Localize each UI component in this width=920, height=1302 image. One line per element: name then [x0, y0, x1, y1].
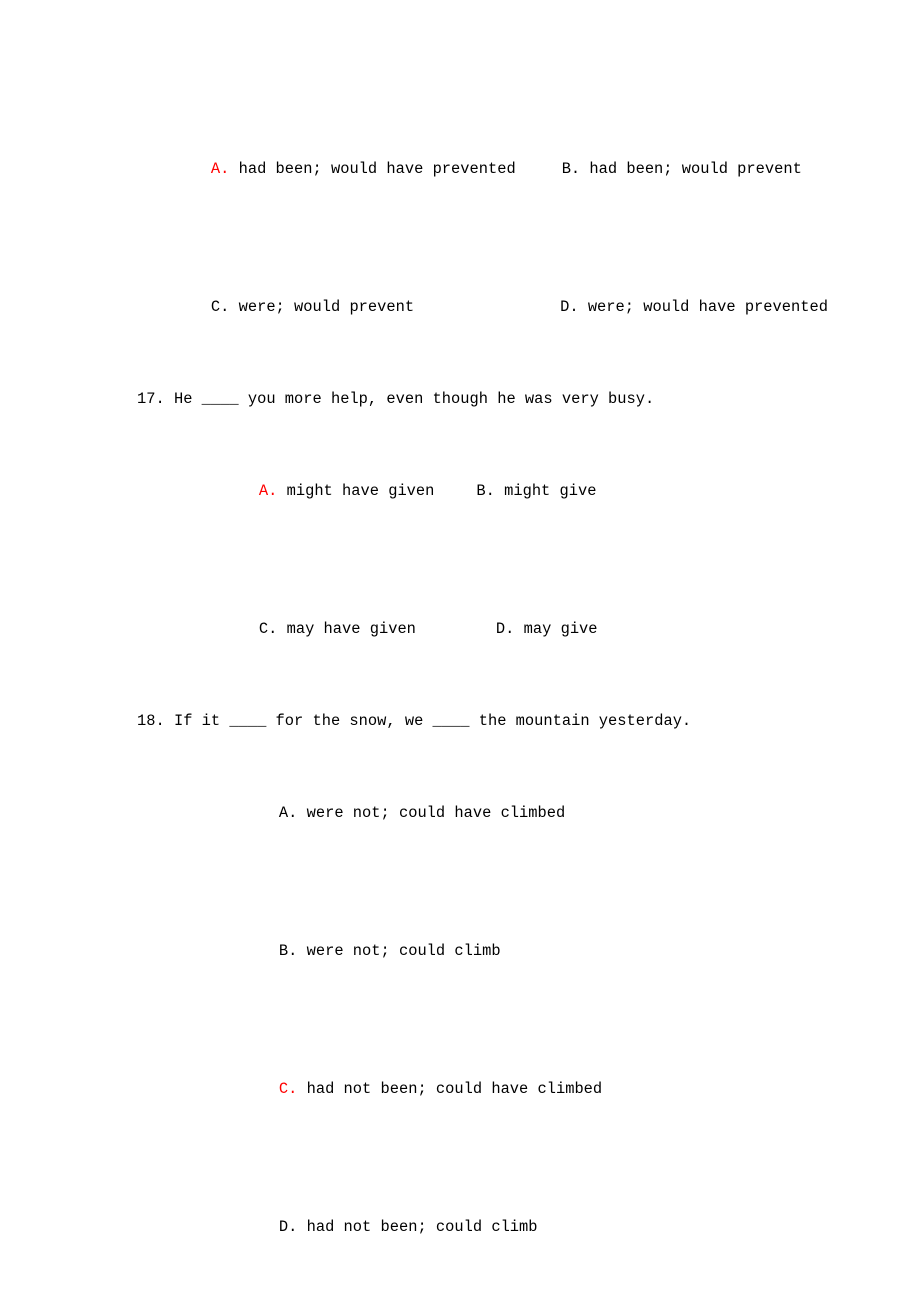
option-text: might give [494, 482, 597, 500]
question-16-options-continued: A. had been; would have prevented B. had … [0, 0, 920, 376]
option-letter: A. [278, 804, 298, 822]
option-a[interactable]: A. might have given [259, 482, 435, 500]
option-d[interactable]: D. may give [496, 620, 598, 638]
option-text: might have given [277, 482, 435, 500]
option-row[interactable]: A. were not; could have climbed [0, 744, 920, 882]
page-content: A. had been; would have prevented B. had … [0, 0, 920, 1302]
option-letter: C. [278, 1080, 298, 1098]
option-text: were not; could climb [297, 942, 501, 960]
option-b[interactable]: B. might give [476, 482, 596, 500]
option-text: were not; could have climbed [297, 804, 566, 822]
option-letter: B. [561, 160, 581, 178]
question-18: 18. If it ____ for the snow, we ____ the… [0, 698, 920, 1296]
option-letter: B. [278, 942, 298, 960]
option-text: had been; would prevent [580, 160, 802, 178]
question-stem: 19. I told Sally how to get there, but p… [0, 1296, 920, 1302]
question-stem: 18. If it ____ for the snow, we ____ the… [0, 698, 920, 744]
option-letter: C. [258, 620, 278, 638]
option-text: may have given [277, 620, 416, 638]
option-row: C. may have given D. may give [0, 560, 920, 698]
option-text: may give [514, 620, 598, 638]
option-letter: C. [210, 298, 230, 316]
option-c[interactable]: C. were; would prevent [211, 298, 414, 316]
option-text: had not been; could climb [297, 1218, 538, 1236]
option-row: A. might have given B. might give [0, 422, 920, 560]
option-text: were; would prevent [229, 298, 415, 316]
document-page: A. had been; would have prevented B. had … [0, 0, 920, 1302]
option-row[interactable]: B. were not; could climb [0, 882, 920, 1020]
option-a[interactable]: A. had been; would have prevented [211, 160, 516, 178]
question-17: 17. He ____ you more help, even though h… [0, 376, 920, 698]
question-text: He ____ you more help, even though he wa… [164, 390, 655, 408]
option-c[interactable]: C. may have given [259, 620, 416, 638]
question-text: If it ____ for the snow, we ____ the mou… [164, 712, 692, 730]
option-b[interactable]: B. had been; would prevent [562, 160, 802, 178]
option-row[interactable]: C. had not been; could have climbed [0, 1020, 920, 1158]
option-letter: D. [560, 298, 579, 316]
option-letter: A. [258, 482, 278, 500]
option-letter: D. [495, 620, 515, 638]
option-row: A. had been; would have prevented B. had … [0, 0, 920, 238]
option-text: had not been; could have climbed [297, 1080, 603, 1098]
option-text: were; would have prevented [578, 298, 828, 316]
question-number: 18. [137, 712, 165, 730]
option-letter: A. [210, 160, 230, 178]
question-number: 17. [137, 390, 165, 408]
option-d[interactable]: D. were; would have prevented [560, 298, 828, 316]
option-text: had been; would have prevented [229, 160, 516, 178]
option-row[interactable]: D. had not been; could climb [0, 1158, 920, 1296]
option-row: C. were; would prevent D. were; would hav… [0, 238, 920, 376]
question-stem: 17. He ____ you more help, even though h… [0, 376, 920, 422]
option-letter: D. [278, 1218, 298, 1236]
option-letter: B. [476, 482, 495, 500]
question-19: 19. I told Sally how to get there, but p… [0, 1296, 920, 1302]
